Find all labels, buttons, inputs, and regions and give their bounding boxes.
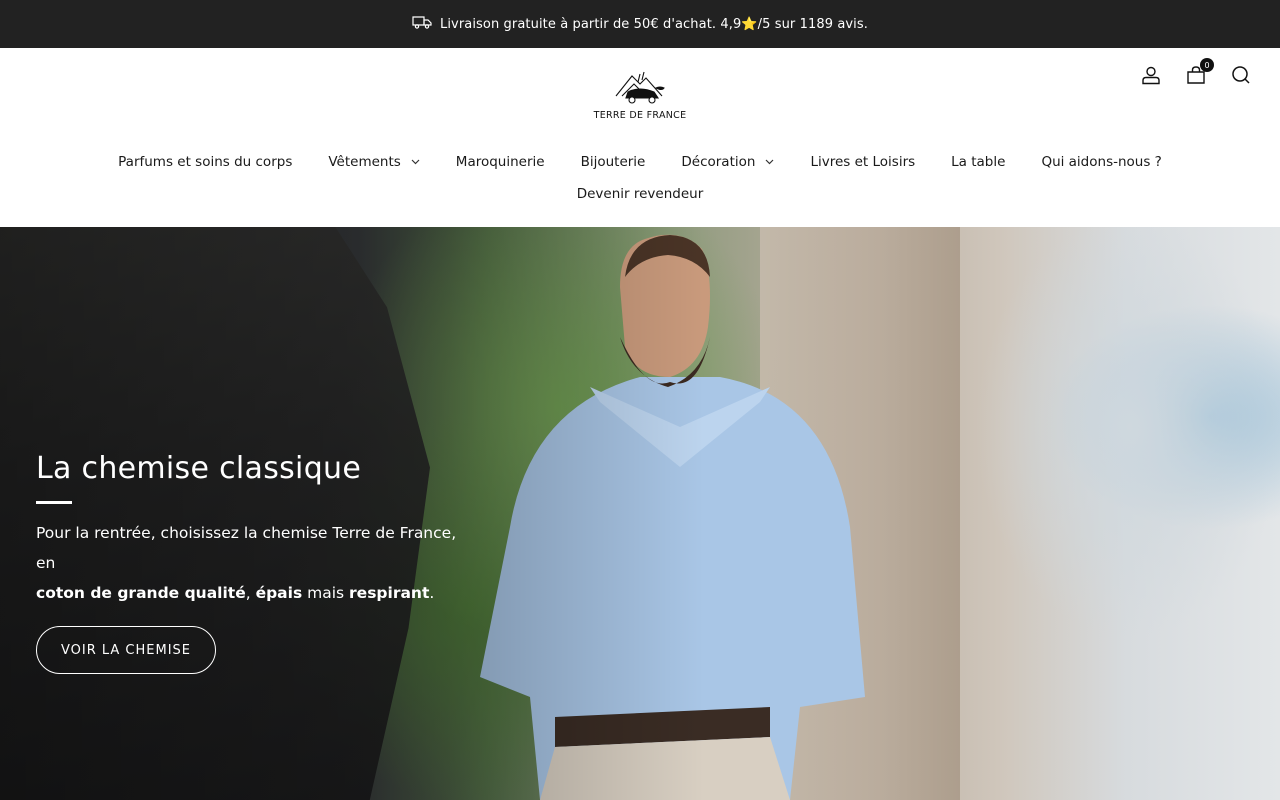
logo[interactable]: TERRE DE FRANCE <box>592 70 688 126</box>
hero-text-separator: , <box>245 584 256 602</box>
nav-item-label: Bijouterie <box>580 154 646 170</box>
hero-text-highlight: épais <box>255 584 303 602</box>
nav-item-label: Devenir revendeur <box>576 186 704 202</box>
hero-banner: La chemise classique Pour la rentrée, ch… <box>0 227 1280 800</box>
hero-title: La chemise classique <box>36 451 362 486</box>
announcement-bar: Livraison gratuite à partir de 50€ d'ach… <box>0 0 1280 48</box>
user-icon <box>1142 66 1160 85</box>
chevron-down-icon <box>411 159 420 165</box>
hero-text-intro: Pour la rentrée, choisissez la chemise T… <box>36 524 457 572</box>
cart-button[interactable]: 0 <box>1185 58 1214 86</box>
logo-text: TERRE DE FRANCE <box>593 110 687 121</box>
nav-item-label: La table <box>951 154 1006 170</box>
hero-content: La chemise classique Pour la rentrée, ch… <box>36 449 476 674</box>
nav-item-label: Décoration <box>681 154 756 170</box>
nav-item-qui-aidons-nous[interactable]: Qui aidons-nous ? <box>1023 154 1179 170</box>
account-button[interactable] <box>1140 64 1162 86</box>
hero-text-highlight: respirant <box>349 584 430 602</box>
hero-text-end: . <box>429 584 435 602</box>
nav-item-vetements[interactable]: Vêtements <box>310 154 437 170</box>
site-header: TERRE DE FRANCE 0 Parfums et soins du co… <box>0 48 1280 227</box>
header-actions: 0 <box>1140 58 1252 86</box>
hero-divider <box>36 501 72 504</box>
nav-item-label: Qui aidons-nous ? <box>1041 154 1162 170</box>
main-nav-row-2: Devenir revendeur <box>0 186 1280 202</box>
nav-item-label: Parfums et soins du corps <box>118 154 293 170</box>
hero-text-highlight: coton de grande qualité <box>36 584 246 602</box>
nav-item-maroquinerie[interactable]: Maroquinerie <box>438 154 563 170</box>
nav-item-decoration[interactable]: Décoration <box>663 154 792 170</box>
announcement-text: Livraison gratuite à partir de 50€ d'ach… <box>439 16 868 32</box>
nav-item-label: Vêtements <box>328 154 401 170</box>
hero-description: Pour la rentrée, choisissez la chemise T… <box>36 518 476 608</box>
search-button[interactable] <box>1230 64 1252 86</box>
nav-item-label: Maroquinerie <box>455 154 545 170</box>
chevron-down-icon <box>766 159 774 165</box>
nav-item-la-table[interactable]: La table <box>933 154 1023 170</box>
logo-emblem <box>615 71 665 104</box>
nav-item-label: Livres et Loisirs <box>810 154 916 170</box>
nav-item-parfums[interactable]: Parfums et soins du corps <box>100 154 310 170</box>
nav-item-devenir-revendeur[interactable]: Devenir revendeur <box>559 186 722 202</box>
truck-icon <box>412 14 432 34</box>
cart-count-badge: 0 <box>1200 58 1214 72</box>
search-icon <box>1232 66 1250 84</box>
nav-item-bijouterie[interactable]: Bijouterie <box>563 154 664 170</box>
hero-text-middle: mais <box>302 584 350 602</box>
voir-la-chemise-button[interactable]: VOIR LA CHEMISE <box>36 626 216 674</box>
main-nav: Parfums et soins du corps Vêtements Maro… <box>0 154 1280 170</box>
nav-item-livres[interactable]: Livres et Loisirs <box>792 154 933 170</box>
